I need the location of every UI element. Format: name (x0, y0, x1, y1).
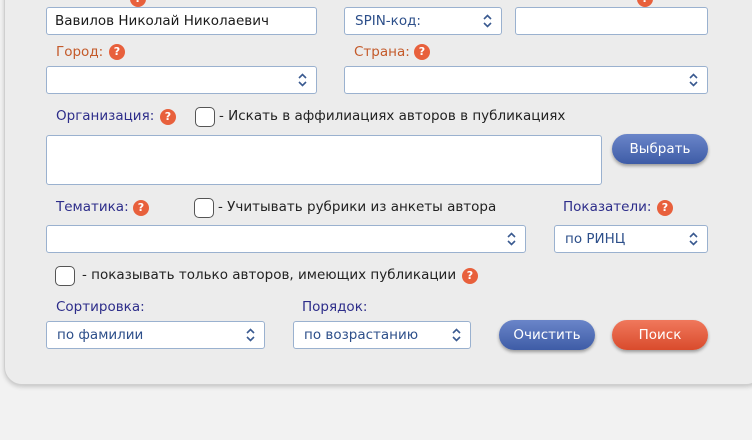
topic-label: Тематика: (56, 199, 129, 215)
id-type-value: SPIN-код: (355, 13, 421, 29)
order-label: Порядок: (302, 299, 368, 315)
rubrics-checkbox[interactable] (194, 198, 214, 218)
only-with-publications-checkbox[interactable] (55, 266, 75, 286)
country-label: Страна: (354, 44, 410, 60)
country-select[interactable] (344, 66, 708, 94)
order-value: по возрастанию (304, 327, 419, 343)
id-value-input[interactable] (515, 7, 708, 35)
help-icon[interactable]: ? (414, 44, 430, 60)
search-button[interactable]: Поиск (612, 320, 708, 350)
chevron-updown-icon (507, 232, 516, 246)
help-icon[interactable]: ? (133, 200, 149, 216)
clear-button[interactable]: Очистить (499, 320, 595, 350)
chevron-updown-icon (483, 14, 492, 28)
topic-select[interactable] (46, 225, 526, 253)
chevron-updown-icon (452, 328, 461, 342)
help-icon[interactable]: ? (160, 109, 176, 125)
id-type-select[interactable]: SPIN-код: (344, 7, 502, 35)
affiliation-search-checkbox[interactable] (195, 107, 215, 127)
sort-label: Сортировка: (56, 299, 145, 315)
sort-value: по фамилии (57, 327, 144, 343)
chevron-updown-icon (689, 73, 698, 87)
sort-select[interactable]: по фамилии (46, 321, 265, 349)
chevron-updown-icon (246, 328, 255, 342)
order-select[interactable]: по возрастанию (293, 321, 471, 349)
help-icon[interactable]: ? (109, 44, 125, 60)
chevron-updown-icon (298, 73, 307, 87)
author-name-input[interactable]: Вавилов Николай Николаевич (46, 7, 317, 35)
select-organization-button[interactable]: Выбрать (612, 134, 708, 164)
rubrics-checkbox-label: - Учитывать рубрики из анкеты автора (218, 199, 497, 215)
indicators-value: по РИНЦ (565, 231, 626, 247)
affiliation-checkbox-label: - Искать в аффилиациях авторов в публика… (219, 108, 566, 124)
chevron-updown-icon (689, 232, 698, 246)
city-label: Город: (56, 44, 104, 60)
indicators-select[interactable]: по РИНЦ (554, 225, 708, 253)
help-icon[interactable]: ? (462, 268, 478, 284)
only-with-publications-label: - показывать только авторов, имеющих пуб… (82, 267, 457, 283)
help-icon[interactable]: ? (657, 200, 673, 216)
city-select[interactable] (46, 66, 317, 94)
indicators-label: Показатели: (563, 199, 652, 215)
organization-label: Организация: (56, 108, 155, 124)
author-name-value: Вавилов Николай Николаевич (55, 13, 269, 29)
organization-input[interactable] (46, 135, 602, 185)
